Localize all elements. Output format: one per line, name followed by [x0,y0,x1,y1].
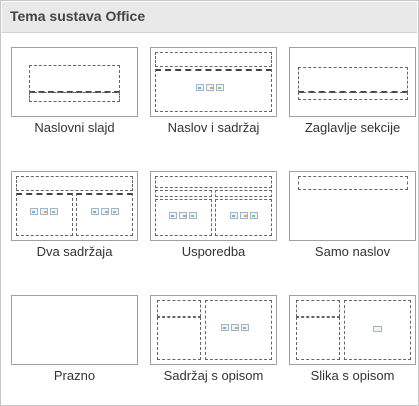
chart-icon [240,212,248,219]
title-placeholder [298,176,408,190]
table-icon [230,212,238,219]
layout-label: Slika s opisom [310,368,395,383]
content-icons [196,84,224,91]
layout-thumbnail [289,47,416,117]
layout-title-only[interactable]: Samo naslov [287,168,418,264]
layout-title-slide[interactable]: Naslovni slajd [9,44,140,140]
layout-label: Naslovni slajd [34,120,115,135]
heading-placeholder-right [215,190,272,197]
layout-blank[interactable]: Prazno [9,292,140,388]
layout-label: Sadržaj s opisom [163,368,264,383]
title-placeholder [155,52,272,67]
title-placeholder [29,65,120,93]
layout-label: Naslov i sadržaj [167,120,260,135]
chart-icon [206,84,214,91]
layout-gallery: Tema sustava Office Naslovni slajd Naslo… [0,0,419,406]
content-icons [221,324,249,331]
layout-thumbnail [11,295,138,365]
chart-icon [231,324,239,331]
content-icons [91,208,119,215]
title-placeholder [16,176,133,191]
chart-icon [40,208,48,215]
layout-label: Usporedba [181,244,246,259]
table-icon [30,208,38,215]
content-icons [30,208,58,215]
content-icons [169,212,197,219]
layout-thumbnail [11,171,138,241]
layout-content-with-caption[interactable]: Sadržaj s opisom [148,292,279,388]
title-placeholder [296,300,340,317]
layout-label: Zaglavlje sekcije [304,120,401,135]
content-icons [230,212,258,219]
table-icon [169,212,177,219]
text-placeholder [298,92,408,100]
picture-icon [373,326,382,332]
layout-thumbnail [150,47,277,117]
subtitle-placeholder [29,92,120,102]
smartart-icon [189,212,197,219]
layout-thumbnail [289,295,416,365]
smartart-icon [216,84,224,91]
layout-thumbnail [11,47,138,117]
layout-label: Dva sadržaja [36,244,113,259]
caption-placeholder [296,317,340,360]
smartart-icon [111,208,119,215]
layout-label: Prazno [53,368,96,383]
smartart-icon [241,324,249,331]
title-placeholder [157,300,201,317]
chart-icon [101,208,109,215]
table-icon [196,84,204,91]
layout-thumbnail [289,171,416,241]
layout-comparison[interactable]: Usporedba [148,168,279,264]
table-icon [91,208,99,215]
layout-label: Samo naslov [314,244,391,259]
smartart-icon [50,208,58,215]
table-icon [221,324,229,331]
layout-thumbnail [150,295,277,365]
title-placeholder [155,176,272,188]
title-placeholder [298,67,408,93]
smartart-icon [250,212,258,219]
theme-title: Tema sustava Office [10,8,146,24]
layout-picture-with-caption[interactable]: Slika s opisom [287,292,418,388]
layout-section-header[interactable]: Zaglavlje sekcije [287,44,418,140]
caption-placeholder [157,317,201,360]
layout-two-content[interactable]: Dva sadržaja [9,168,140,264]
heading-placeholder-left [155,190,212,197]
chart-icon [179,212,187,219]
layout-thumbnail [150,171,277,241]
layout-title-and-content[interactable]: Naslov i sadržaj [148,44,279,140]
gallery-header: Tema sustava Office [2,2,417,33]
